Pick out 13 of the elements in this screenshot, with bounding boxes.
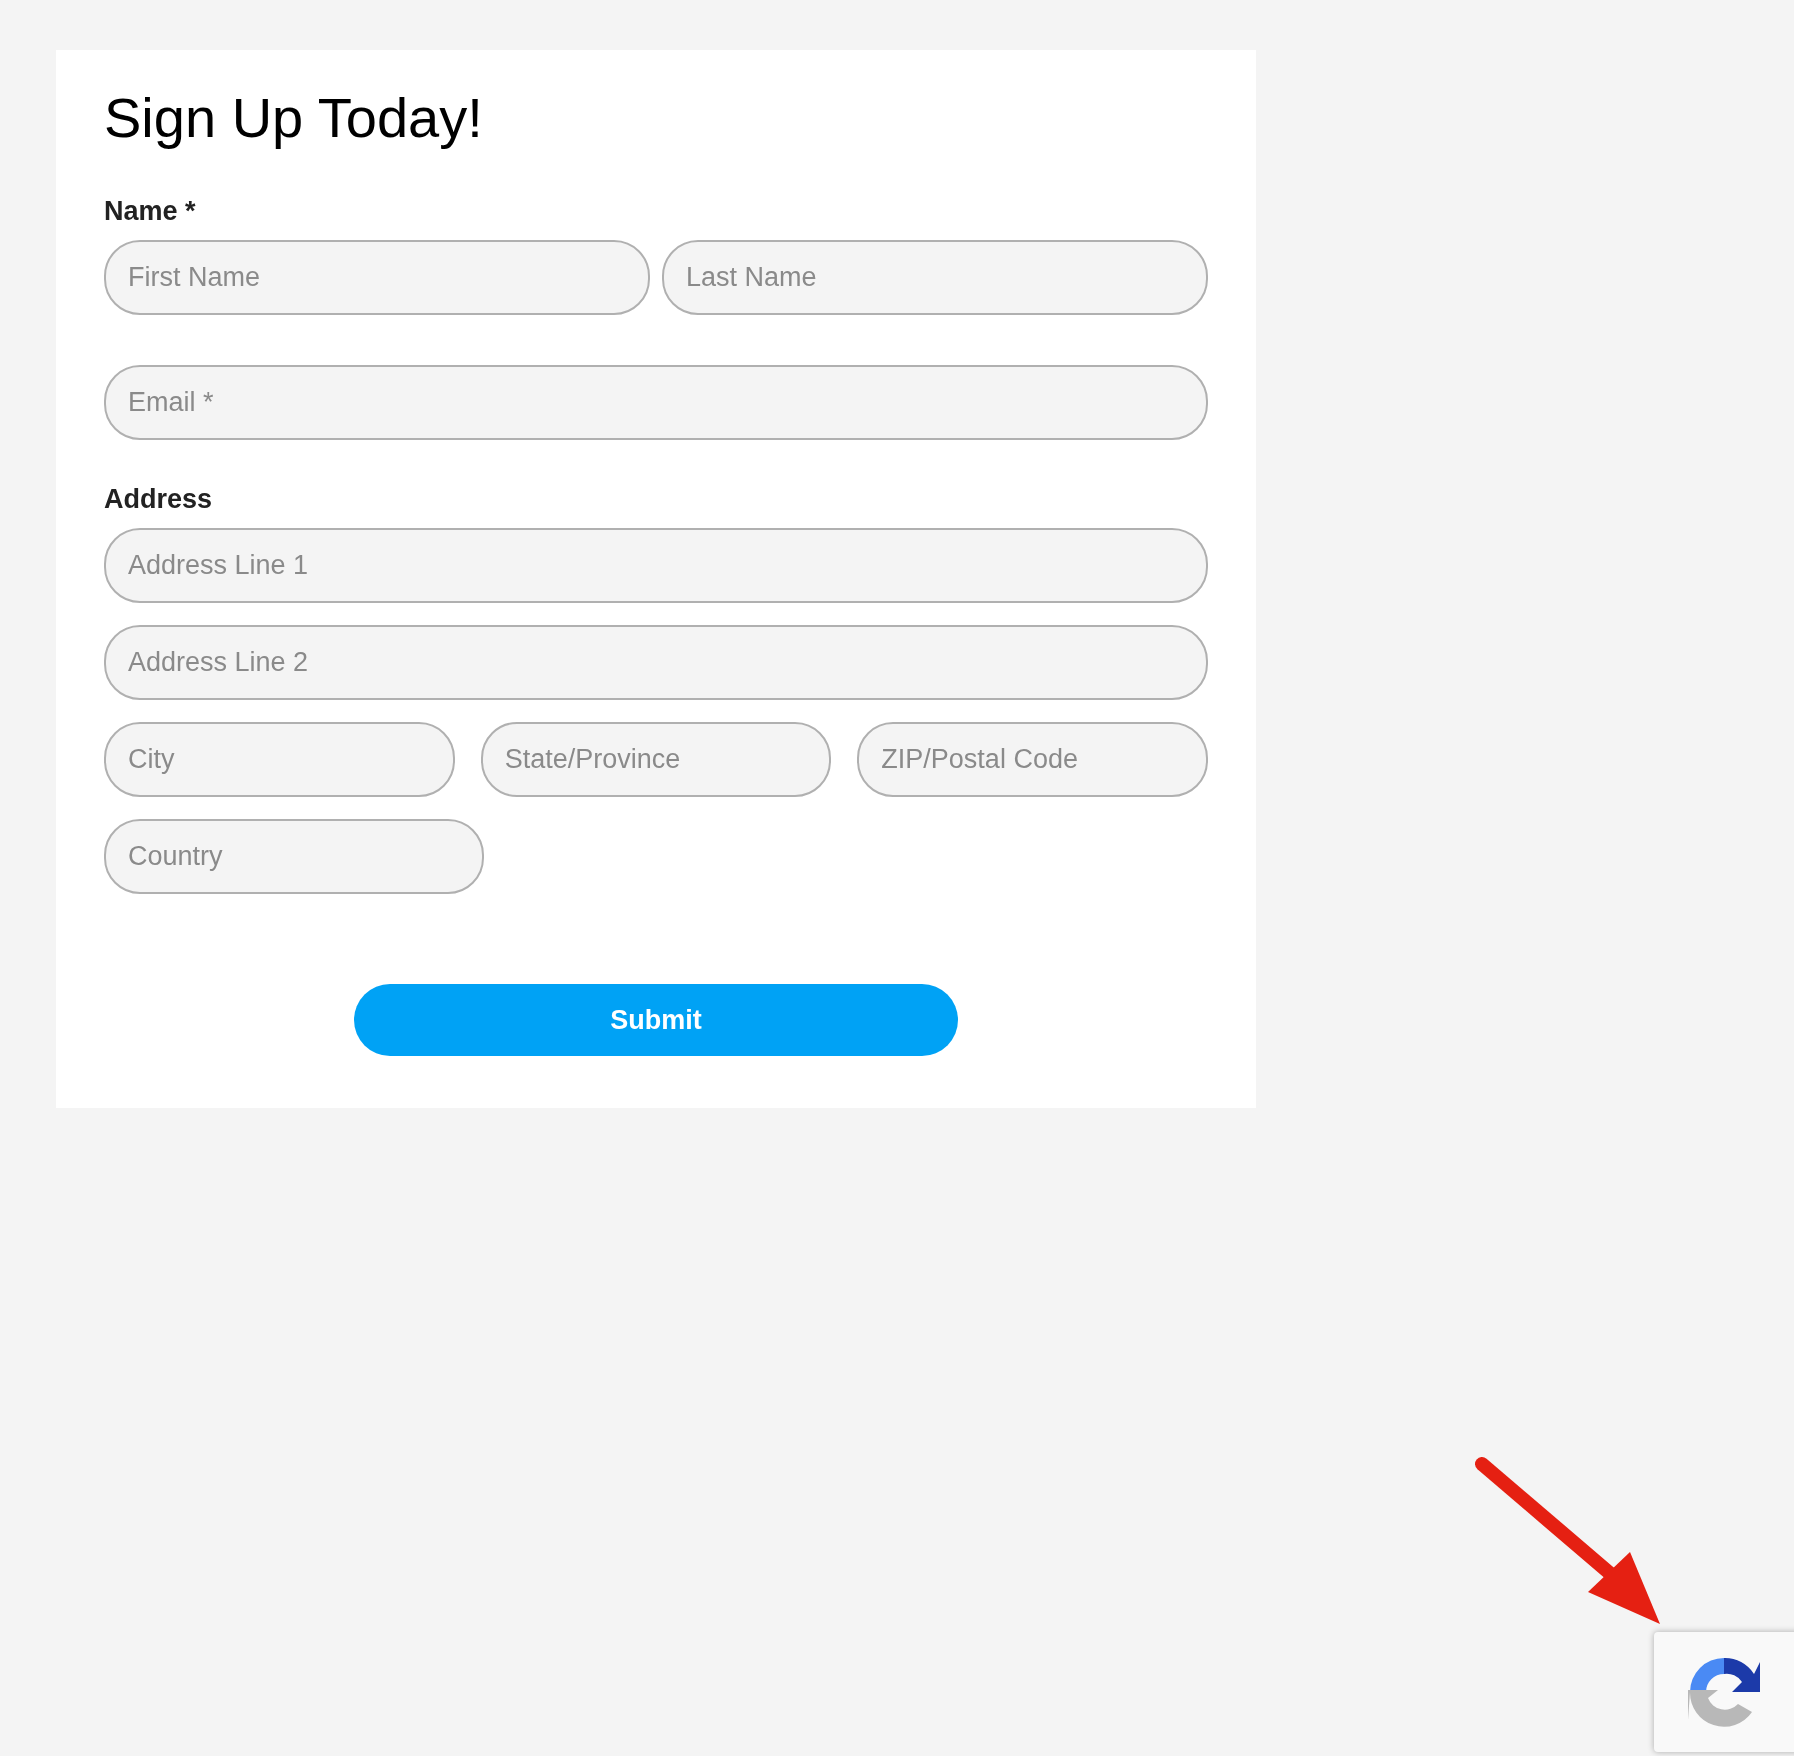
field-label: Name * — [104, 195, 197, 228]
input-field[interactable]: Country — [104, 819, 484, 894]
input-field[interactable]: Address Line 1 — [104, 528, 1208, 603]
input-field[interactable]: Address Line 2 — [104, 625, 1208, 700]
submit-button[interactable]: Submit — [354, 984, 958, 1056]
input-field[interactable]: State/Province — [480, 722, 832, 797]
field-label: Address — [104, 483, 214, 516]
input-field[interactable]: Email * — [104, 365, 1208, 440]
form-title: Sign Up Today! — [104, 85, 484, 151]
input-field[interactable]: First Name — [104, 240, 650, 315]
input-field[interactable]: City — [104, 722, 455, 797]
input-field[interactable]: ZIP/Postal Code — [857, 722, 1208, 797]
input-field[interactable]: Last Name — [662, 240, 1208, 315]
